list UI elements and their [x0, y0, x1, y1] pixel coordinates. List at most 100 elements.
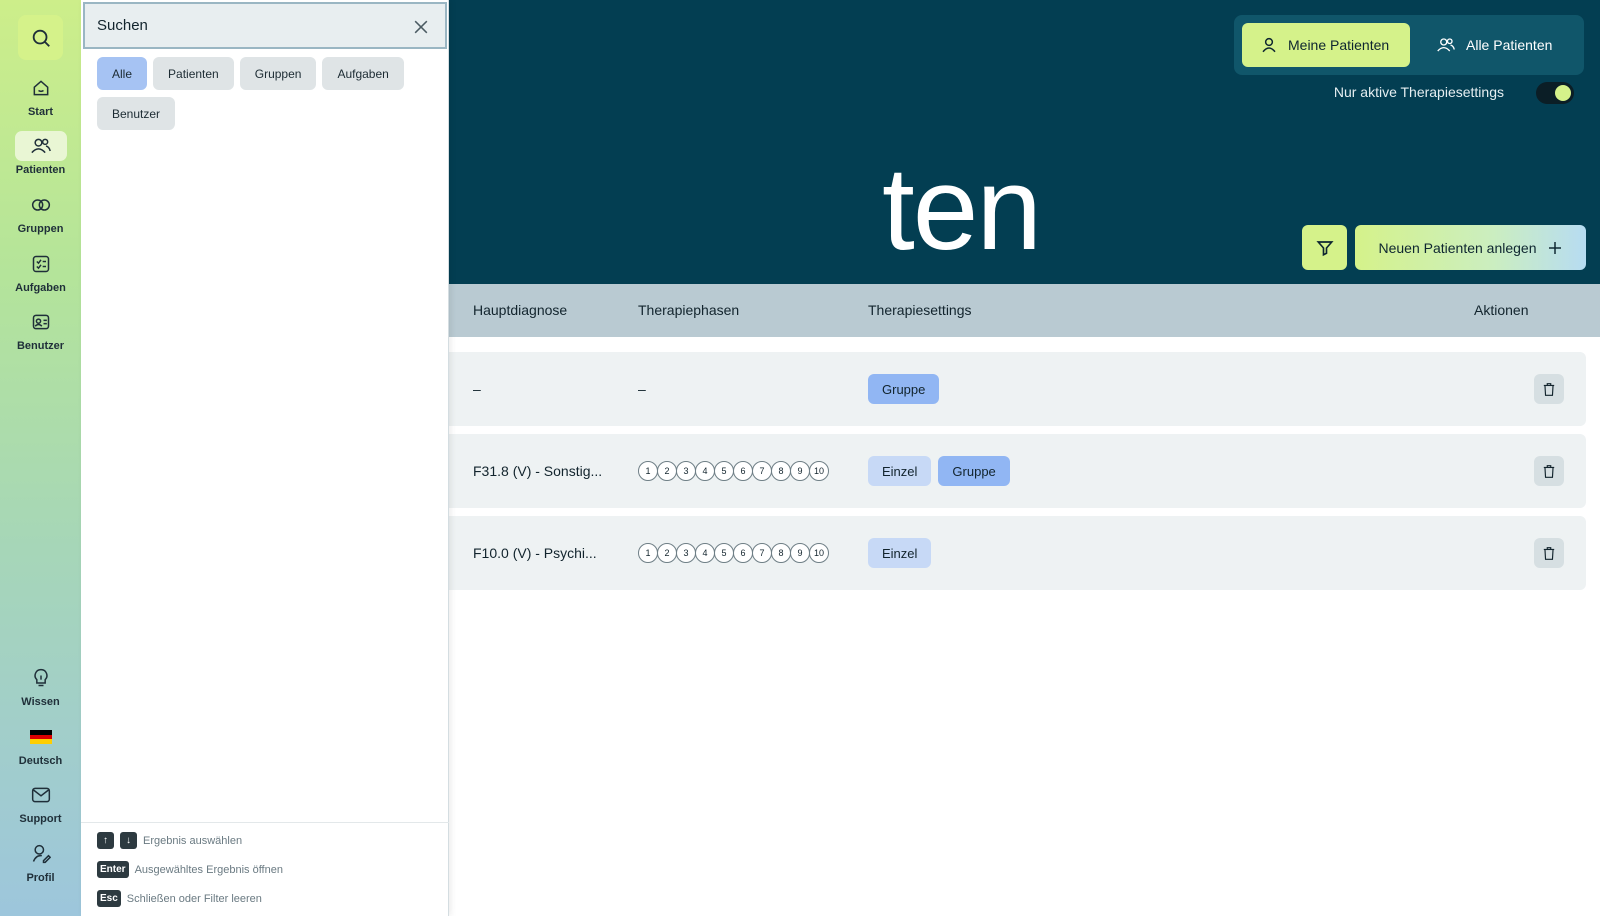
- all-patients-button[interactable]: Alle Patienten: [1418, 23, 1578, 67]
- diagnosis-cell: –: [473, 381, 481, 397]
- diagnosis-cell: F10.0 (V) - Psychi...: [473, 545, 597, 561]
- sidebar-item-aufgaben[interactable]: Aufgaben: [8, 249, 73, 303]
- search-icon: [32, 29, 50, 47]
- all-patients-label: Alle Patienten: [1466, 37, 1553, 53]
- phase-badge: 9: [790, 461, 810, 481]
- sidebar-item-label: Deutsch: [18, 755, 63, 767]
- phase-badge: 7: [752, 461, 772, 481]
- sidebar-item-profil[interactable]: Profil: [8, 839, 73, 893]
- sidebar-item-label: Support: [19, 813, 62, 825]
- sidebar-item-gruppen[interactable]: Gruppen: [8, 190, 73, 244]
- filter-chip-aufgaben[interactable]: Aufgaben: [322, 57, 404, 90]
- filter-chip-benutzer[interactable]: Benutzer: [97, 97, 176, 130]
- sidebar-item-label: Start: [27, 106, 54, 118]
- phase-badge: 1: [638, 543, 658, 563]
- filter-button[interactable]: [1302, 225, 1347, 270]
- sidebar-item-benutzer[interactable]: Benutzer: [8, 307, 73, 361]
- hint-close: Esc Schließen oder Filter leeren: [97, 890, 262, 907]
- active-settings-label: Nur aktive Therapiesettings: [1333, 84, 1504, 100]
- phase-badge: 5: [714, 543, 734, 563]
- arrow-down-icon: ↓: [120, 832, 137, 849]
- filter-chip-alle[interactable]: Alle: [97, 57, 148, 90]
- trash-icon: [1543, 546, 1555, 560]
- mail-icon: [31, 787, 50, 803]
- home-icon: [33, 80, 48, 96]
- trash-icon: [1543, 382, 1555, 396]
- filter-chip-gruppen[interactable]: Gruppen: [239, 57, 317, 90]
- phase-badge: 6: [733, 461, 753, 481]
- sidebar: Start Patienten Gruppen Aufgaben Benutze…: [0, 0, 81, 916]
- hint-select: ↑ ↓ Ergebnis auswählen: [97, 832, 242, 849]
- phase-badge: 4: [695, 461, 715, 481]
- column-aktionen: Aktionen: [1474, 302, 1529, 318]
- page-title: ten: [881, 143, 1042, 275]
- profile-icon: [32, 844, 51, 864]
- phases-cell: 1 2 3 4 5 6 7 8 9 10: [638, 434, 829, 508]
- sidebar-item-wissen[interactable]: Wissen: [8, 663, 73, 717]
- groups-icon: [31, 199, 50, 211]
- phases-cell: –: [638, 381, 646, 397]
- new-patient-label: Neuen Patienten anlegen: [1378, 239, 1537, 256]
- active-settings-switch[interactable]: [1536, 82, 1574, 104]
- phase-badge: 10: [809, 543, 829, 563]
- esc-key: Esc: [97, 890, 121, 907]
- sidebar-search-button[interactable]: [18, 15, 63, 60]
- phase-badge: 10: [809, 461, 829, 481]
- lightbulb-icon: [33, 668, 48, 687]
- setting-chip-einzel: Einzel: [868, 538, 932, 568]
- phases-cell: 1 2 3 4 5 6 7 8 9 10: [638, 516, 829, 590]
- page-header: ten Meine Patienten Alle Patienten Nur a…: [440, 0, 1600, 284]
- table-row[interactable]: F31.8 (V) - Sonstig... 1 2 3 4 5 6 7 8 9…: [440, 434, 1586, 508]
- phase-badge: 2: [657, 543, 677, 563]
- setting-chip-einzel: Einzel: [868, 456, 932, 486]
- search-input[interactable]: [97, 17, 397, 34]
- phase-badge: 3: [676, 543, 696, 563]
- plus-icon: [1548, 241, 1561, 254]
- sidebar-item-label: Aufgaben: [15, 282, 66, 294]
- phase-badge: 6: [733, 543, 753, 563]
- column-hauptdiagnose: Hauptdiagnose: [473, 302, 568, 318]
- table-row[interactable]: F10.0 (V) - Psychi... 1 2 3 4 5 6 7 8 9 …: [440, 516, 1586, 590]
- filter-icon: [1315, 240, 1334, 256]
- sidebar-item-label: Benutzer: [16, 340, 65, 352]
- phase-badge: 7: [752, 543, 772, 563]
- phase-badge: 8: [771, 461, 791, 481]
- table-row[interactable]: – – Gruppe: [440, 352, 1586, 426]
- sidebar-item-support[interactable]: Support: [8, 780, 73, 834]
- phase-list: 1 2 3 4 5 6 7 8 9 10: [638, 543, 829, 563]
- new-patient-button[interactable]: Neuen Patienten anlegen: [1355, 225, 1586, 270]
- sidebar-item-label: Wissen: [21, 696, 60, 708]
- hint-close-text: Schließen oder Filter leeren: [126, 892, 262, 905]
- switch-knob: [1555, 85, 1571, 101]
- column-therapiesettings: Therapiesettings: [868, 302, 972, 318]
- tasks-icon: [32, 255, 49, 273]
- users-icon: [1437, 38, 1455, 52]
- sidebar-item-deutsch[interactable]: Deutsch: [8, 722, 73, 776]
- delete-button[interactable]: [1534, 456, 1564, 486]
- sidebar-item-label: Gruppen: [17, 223, 64, 235]
- settings-cell: Einzel Gruppe: [868, 434, 1017, 508]
- arrow-up-icon: ↑: [97, 832, 114, 849]
- delete-button[interactable]: [1534, 374, 1564, 404]
- phase-badge: 1: [638, 461, 658, 481]
- trash-icon: [1543, 464, 1555, 478]
- phase-badge: 3: [676, 461, 696, 481]
- phase-list: 1 2 3 4 5 6 7 8 9 10: [638, 461, 829, 481]
- hint-open: Enter Ausgewähltes Ergebnis öffnen: [97, 861, 283, 878]
- search-filter-chips: Alle Patienten Gruppen Aufgaben Benutzer: [97, 57, 437, 130]
- close-icon[interactable]: [411, 17, 431, 37]
- filter-chip-patienten[interactable]: Patienten: [153, 57, 234, 90]
- users-icon: [30, 138, 51, 154]
- my-patients-button[interactable]: Meine Patienten: [1242, 23, 1410, 67]
- delete-button[interactable]: [1534, 538, 1564, 568]
- settings-cell: Gruppe: [868, 352, 946, 426]
- setting-chip-gruppe: Gruppe: [938, 456, 1010, 486]
- search-box: [83, 2, 447, 49]
- patient-scope-toggle: Meine Patienten Alle Patienten: [1234, 15, 1584, 75]
- phase-badge: 5: [714, 461, 734, 481]
- search-panel: Alle Patienten Gruppen Aufgaben Benutzer…: [81, 0, 449, 916]
- user-card-icon: [32, 314, 49, 330]
- sidebar-item-start[interactable]: Start: [8, 73, 73, 127]
- my-patients-label: Meine Patienten: [1288, 37, 1390, 53]
- sidebar-item-patienten[interactable]: Patienten: [8, 131, 73, 185]
